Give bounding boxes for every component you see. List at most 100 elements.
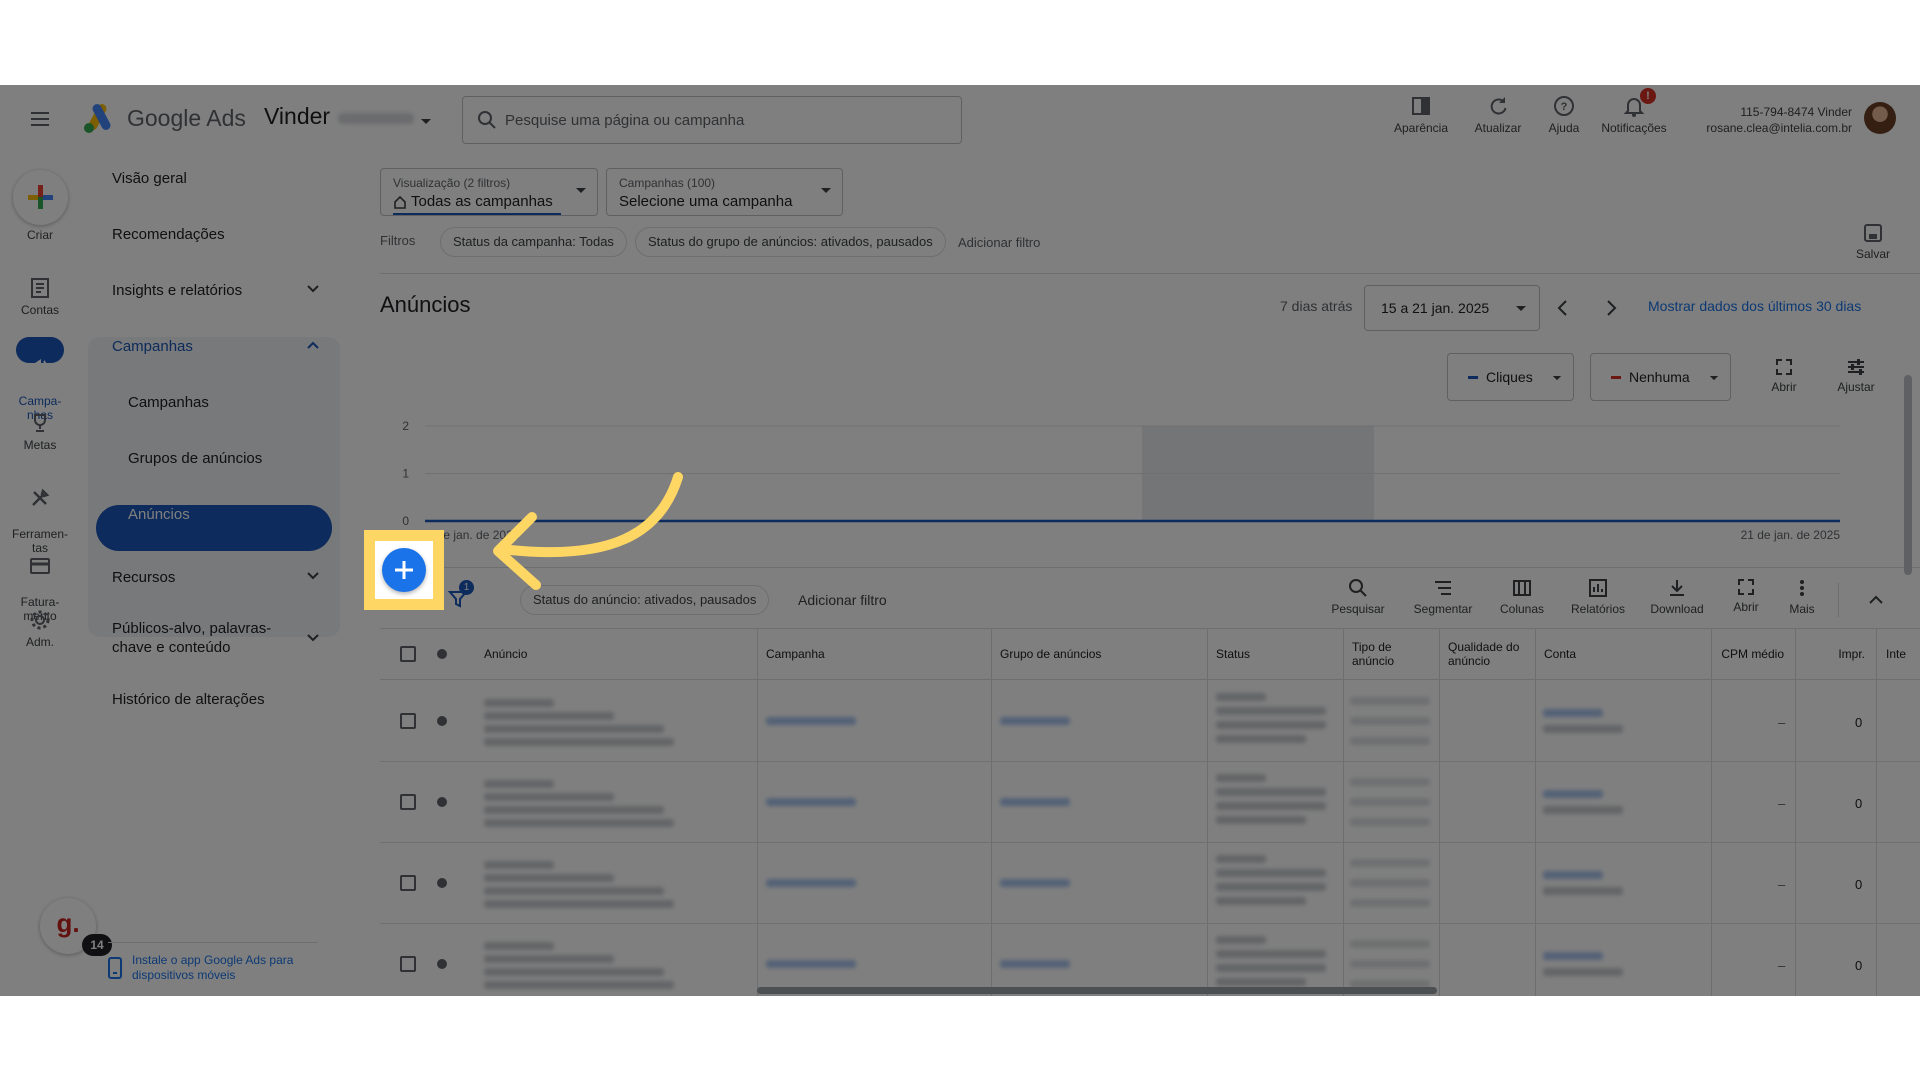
row-checkbox[interactable]: [400, 956, 416, 972]
account-id-redacted: [338, 113, 414, 124]
account-id-redacted: [1543, 887, 1623, 895]
table-add-filter-link[interactable]: Adicionar filtro: [798, 592, 887, 608]
col-status[interactable]: Status: [1216, 628, 1336, 680]
adgroup-link-redacted[interactable]: [1000, 717, 1070, 725]
nav-campaigns-group[interactable]: Campanhas: [88, 323, 340, 369]
rail-accounts[interactable]: Contas: [6, 277, 74, 317]
campaign-selector[interactable]: Campanhas (100) Selecione uma campanha: [606, 168, 843, 216]
more-button[interactable]: Mais: [1766, 578, 1838, 616]
menu-icon[interactable]: [28, 107, 52, 131]
phone-icon: [108, 957, 122, 979]
collapse-chevron-up-icon[interactable]: [1868, 593, 1884, 605]
nav-resources[interactable]: Recursos: [88, 554, 340, 600]
table-row[interactable]: –0: [380, 762, 1920, 843]
columns-button[interactable]: Colunas: [1486, 578, 1558, 616]
trophy-icon: [34, 414, 46, 432]
nav-audiences[interactable]: Públicos-alvo, palavras- chave e conteúd…: [88, 610, 340, 666]
nav-ad-groups[interactable]: Grupos de anúncios: [88, 435, 340, 481]
row-checkbox[interactable]: [400, 794, 416, 810]
nav-recommendations-label: Recomendações: [112, 225, 225, 243]
avatar[interactable]: [1864, 102, 1896, 134]
rail-admin[interactable]: Adm.: [6, 609, 74, 649]
select-all-checkbox[interactable]: [400, 646, 416, 662]
col-ad-type[interactable]: Tipo de anúncio: [1352, 628, 1438, 680]
row-checkbox[interactable]: [400, 713, 416, 729]
metric-1-swatch: [1468, 376, 1478, 379]
horizontal-scrollbar[interactable]: [757, 987, 1437, 994]
campaign-link-redacted[interactable]: [766, 717, 856, 725]
save-button[interactable]: Salvar: [1856, 223, 1890, 261]
nav-ads[interactable]: Anúncios: [88, 491, 340, 537]
chart-adjust-button[interactable]: Ajustar: [1820, 358, 1892, 394]
column-separator: [1207, 628, 1208, 996]
col-avg-cpm[interactable]: CPM médio: [1710, 628, 1784, 680]
search-input[interactable]: Pesquise uma página ou campanha: [462, 96, 962, 144]
tools-icon: [32, 488, 50, 506]
metric-1-selector[interactable]: Cliques: [1447, 353, 1574, 401]
account-link-redacted[interactable]: [1543, 790, 1603, 798]
reports-button[interactable]: Relatórios: [1562, 578, 1634, 616]
home-icon: [394, 195, 406, 209]
create-button[interactable]: [13, 170, 68, 225]
add-filter-link[interactable]: Adicionar filtro: [958, 235, 1040, 250]
account-link-redacted[interactable]: [1543, 709, 1603, 717]
table-row[interactable]: –0: [380, 843, 1920, 924]
adgroup-link-redacted[interactable]: [1000, 798, 1070, 806]
more-label: Mais: [1789, 602, 1815, 616]
row-status-dot: [437, 878, 447, 888]
tutorial-arrow-icon: [493, 472, 683, 590]
table-row[interactable]: –0: [380, 681, 1920, 762]
campaign-link-redacted[interactable]: [766, 798, 856, 806]
metric-2-selector[interactable]: Nenhuma: [1590, 353, 1731, 401]
view-selector[interactable]: Visualização (2 filtros) Todas as campan…: [380, 168, 598, 216]
notifications-button[interactable]: Notificações: [1594, 95, 1674, 135]
prev-period-icon[interactable]: [1556, 299, 1570, 317]
install-app-link[interactable]: Instale o app Google Ads para dispositiv…: [132, 953, 293, 983]
col-campaign[interactable]: Campanha: [766, 628, 986, 680]
impressions-cell: 0: [1855, 796, 1863, 811]
add-ad-button[interactable]: [382, 548, 426, 592]
row-checkbox[interactable]: [400, 875, 416, 891]
nav-overview[interactable]: Visão geral: [88, 155, 340, 201]
account-name[interactable]: Vinder: [264, 103, 330, 130]
adgroup-link-redacted[interactable]: [1000, 960, 1070, 968]
vertical-scrollbar[interactable]: [1904, 375, 1912, 575]
appearance-button[interactable]: Aparência: [1381, 95, 1461, 135]
download-button[interactable]: Download: [1641, 578, 1713, 616]
campaign-status-chip[interactable]: Status da campanha: Todas: [440, 227, 627, 257]
y-tick-label: 1: [402, 467, 409, 481]
adgroup-link-redacted[interactable]: [1000, 879, 1070, 887]
account-link-redacted[interactable]: [1543, 952, 1603, 960]
rail-goals[interactable]: Metas: [6, 412, 74, 452]
campaign-link-redacted[interactable]: [766, 960, 856, 968]
campaign-link-redacted[interactable]: [766, 879, 856, 887]
col-impressions[interactable]: Impr.: [1800, 628, 1865, 680]
nav-history[interactable]: Histórico de alterações: [88, 676, 340, 722]
nav-campaigns[interactable]: Campanhas: [88, 379, 340, 425]
col-interactions[interactable]: Inte: [1886, 628, 1920, 680]
table-search-button[interactable]: Pesquisar: [1322, 578, 1394, 616]
rail-campaigns[interactable]: Campa- nhas: [6, 340, 74, 422]
col-ad-group[interactable]: Grupo de anúncios: [1000, 628, 1200, 680]
account-link-redacted[interactable]: [1543, 871, 1603, 879]
col-ad[interactable]: Anúncio: [484, 628, 754, 680]
help-icon: ?: [1554, 96, 1574, 116]
nav-insights[interactable]: Insights e relatórios: [88, 267, 340, 313]
adgroup-status-chip[interactable]: Status do grupo de anúncios: ativados, p…: [635, 227, 946, 257]
col-ad-quality[interactable]: Qualidade do anúncio: [1448, 628, 1538, 680]
table-row[interactable]: –0: [380, 924, 1920, 996]
accounts-icon: [31, 278, 49, 298]
date-range-selector[interactable]: 15 a 21 jan. 2025: [1364, 285, 1540, 331]
account-chevron-down-icon[interactable]: [420, 113, 432, 131]
show-last-30-days-link[interactable]: Mostrar dados dos últimos 30 dias: [1648, 298, 1861, 314]
plus-icon: [395, 561, 413, 579]
ad-text-redacted: [484, 725, 664, 733]
user-email: rosane.clea@intelia.com.br: [1706, 121, 1852, 135]
col-account[interactable]: Conta: [1544, 628, 1704, 680]
segment-button[interactable]: Segmentar: [1407, 578, 1479, 616]
next-period-icon[interactable]: [1604, 299, 1618, 317]
chart-expand-button[interactable]: Abrir: [1748, 358, 1820, 394]
help-button[interactable]: ? Ajuda: [1524, 95, 1604, 135]
nav-recommendations[interactable]: Recomendações: [88, 211, 340, 257]
columns-label: Colunas: [1499, 602, 1545, 616]
